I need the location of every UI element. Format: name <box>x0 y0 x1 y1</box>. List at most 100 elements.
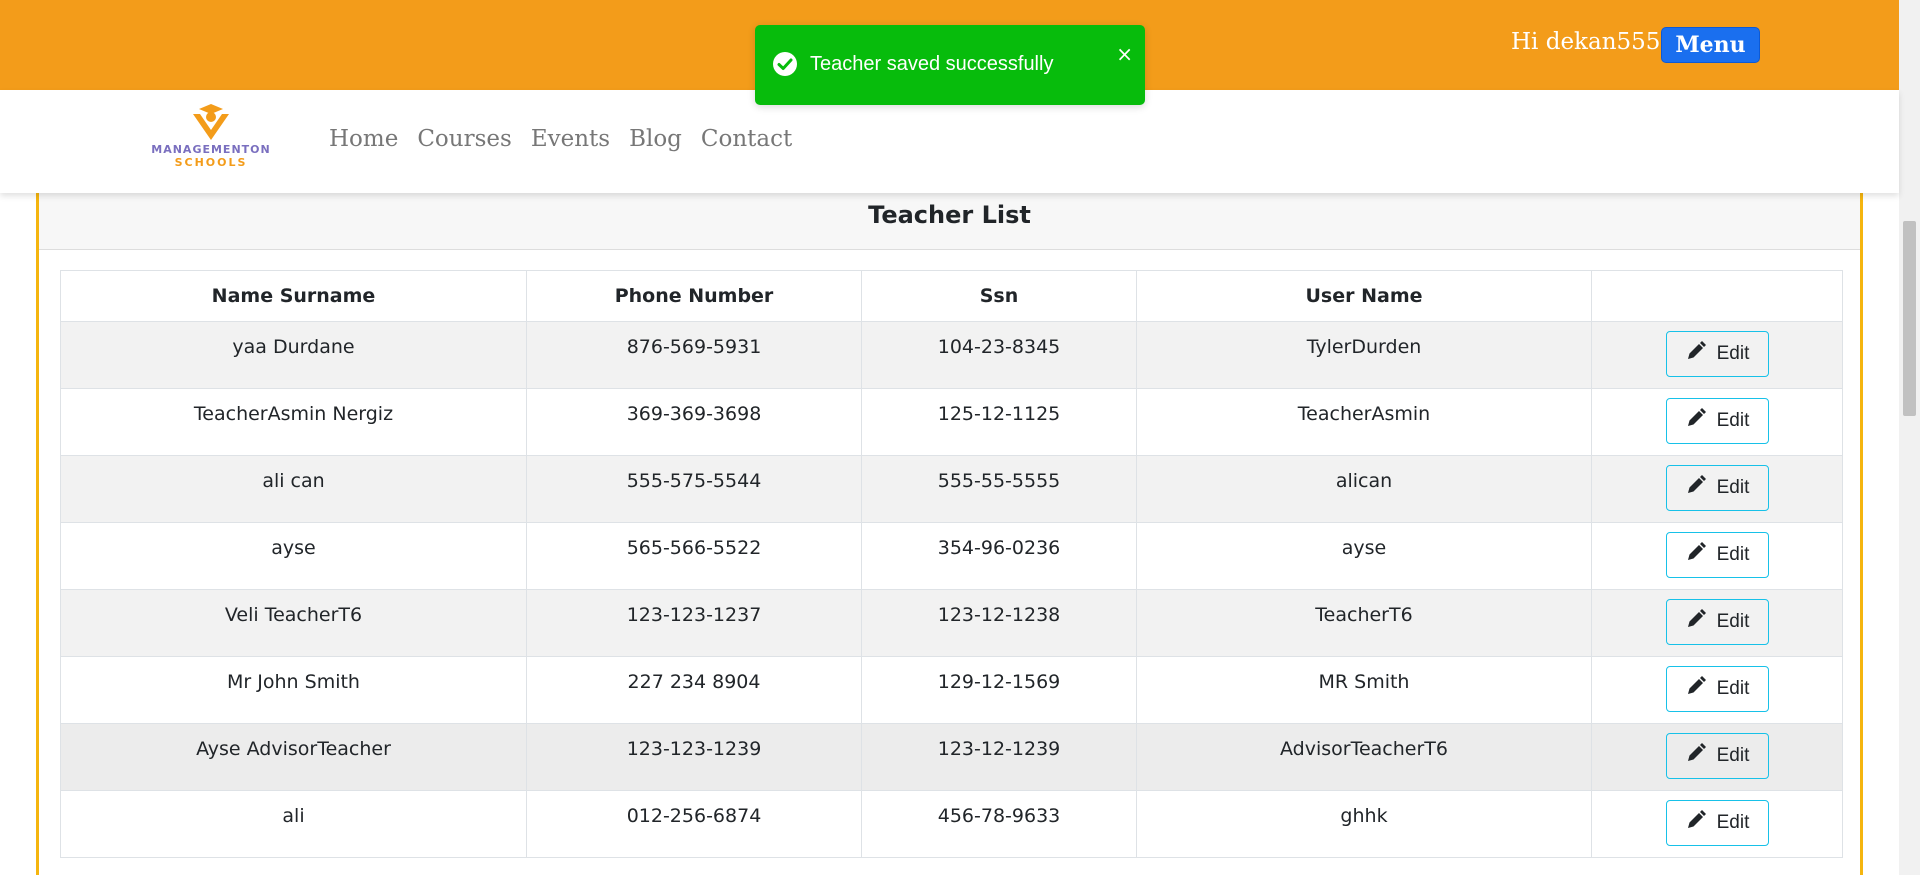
table-row: ali 012-256-6874 456-78-9633 ghhk Edit <box>60 790 1843 858</box>
edit-label: Edit <box>1716 544 1750 565</box>
cell-name: ayse <box>60 522 527 590</box>
table-header-row: Name Surname Phone Number Ssn User Name <box>60 270 1843 322</box>
edit-button[interactable]: Edit <box>1665 666 1769 712</box>
nav-links: Home Courses Events Blog Contact <box>329 126 811 152</box>
logo-emblem-icon <box>193 104 229 140</box>
nav-link-courses[interactable]: Courses <box>417 126 511 152</box>
menu-button[interactable]: Menu <box>1661 27 1760 63</box>
nav-link-contact[interactable]: Contact <box>701 126 792 152</box>
nav-link-events[interactable]: Events <box>531 126 610 152</box>
cell-phone: 123-123-1239 <box>526 723 862 791</box>
school-logo[interactable]: MANAGEMENTON SCHOOLS <box>146 102 276 180</box>
pencil-icon <box>1685 742 1707 770</box>
cell-actions: Edit <box>1591 522 1843 590</box>
cell-username: AdvisorTeacherT6 <box>1136 723 1592 791</box>
cell-username: alican <box>1136 455 1592 523</box>
edit-label: Edit <box>1716 678 1750 699</box>
pencil-icon <box>1685 809 1707 837</box>
cell-actions: Edit <box>1591 455 1843 523</box>
edit-label: Edit <box>1716 477 1750 498</box>
column-header: User Name <box>1136 270 1592 322</box>
cell-actions: Edit <box>1591 589 1843 657</box>
cell-actions: Edit <box>1591 388 1843 456</box>
cell-ssn: 123-12-1238 <box>861 589 1137 657</box>
cell-username: TeacherAsmin <box>1136 388 1592 456</box>
cell-ssn: 129-12-1569 <box>861 656 1137 724</box>
close-icon[interactable]: × <box>1116 42 1133 66</box>
cell-name: Mr John Smith <box>60 656 527 724</box>
pencil-icon <box>1685 407 1707 435</box>
edit-button[interactable]: Edit <box>1665 532 1769 578</box>
column-header: Name Surname <box>60 270 527 322</box>
teacher-table: Name Surname Phone Number Ssn User Name … <box>60 270 1843 858</box>
user-greeting: Hi dekan555 <box>1511 29 1661 55</box>
cell-ssn: 125-12-1125 <box>861 388 1137 456</box>
edit-button[interactable]: Edit <box>1665 599 1769 645</box>
cell-name: yaa Durdane <box>60 321 527 389</box>
success-toast: Teacher saved successfully × <box>755 25 1145 105</box>
cell-ssn: 555-55-5555 <box>861 455 1137 523</box>
table-row: Veli TeacherT6 123-123-1237 123-12-1238 Tea… <box>60 589 1843 657</box>
pencil-icon <box>1685 474 1707 502</box>
cell-phone: 565-566-5522 <box>526 522 862 590</box>
logo-text-top: MANAGEMENTON <box>151 143 271 156</box>
cell-actions: Edit <box>1591 790 1843 858</box>
cell-phone: 876-569-5931 <box>526 321 862 389</box>
cell-username: ayse <box>1136 522 1592 590</box>
cell-phone: 369-369-3698 <box>526 388 862 456</box>
edit-label: Edit <box>1716 745 1750 766</box>
edit-button[interactable]: Edit <box>1665 331 1769 377</box>
toast-message: Teacher saved successfully <box>810 53 1054 75</box>
teacher-list-card: Teacher List Name Surname Phone Number S… <box>36 193 1863 875</box>
cell-ssn: 456-78-9633 <box>861 790 1137 858</box>
cell-name: Veli TeacherT6 <box>60 589 527 657</box>
pencil-icon <box>1685 340 1707 368</box>
edit-label: Edit <box>1716 611 1750 632</box>
cell-name: TeacherAsmin Nergiz <box>60 388 527 456</box>
page-scrollbar[interactable] <box>1899 0 1920 875</box>
cell-phone: 123-123-1237 <box>526 589 862 657</box>
table-row: TeacherAsmin Nergiz 369-369-3698 125-12-11… <box>60 388 1843 456</box>
scrollbar-thumb[interactable] <box>1903 221 1916 416</box>
edit-button[interactable]: Edit <box>1665 733 1769 779</box>
nav-link-home[interactable]: Home <box>329 126 398 152</box>
cell-name: Ayse AdvisorTeacher <box>60 723 527 791</box>
page-title: Teacher List <box>39 193 1860 250</box>
cell-ssn: 104-23-8345 <box>861 321 1137 389</box>
edit-button[interactable]: Edit <box>1665 465 1769 511</box>
table-row: ali can 555-575-5544 555-55-5555 alican Edit <box>60 455 1843 523</box>
cell-username: MR Smith <box>1136 656 1592 724</box>
table-row: Ayse AdvisorTeacher 123-123-1239 123-12-12… <box>60 723 1843 791</box>
cell-username: TylerDurden <box>1136 321 1592 389</box>
pencil-icon <box>1685 541 1707 569</box>
edit-label: Edit <box>1716 343 1750 364</box>
table-row: yaa Durdane 876-569-5931 104-23-8345 TylerD… <box>60 321 1843 389</box>
cell-name: ali <box>60 790 527 858</box>
check-circle-icon <box>772 51 798 81</box>
cell-ssn: 123-12-1239 <box>861 723 1137 791</box>
edit-label: Edit <box>1716 812 1750 833</box>
cell-actions: Edit <box>1591 656 1843 724</box>
cell-phone: 012-256-6874 <box>526 790 862 858</box>
cell-ssn: 354-96-0236 <box>861 522 1137 590</box>
column-header: Phone Number <box>526 270 862 322</box>
logo-text-bottom: SCHOOLS <box>174 156 248 169</box>
cell-actions: Edit <box>1591 723 1843 791</box>
cell-phone: 227 234 8904 <box>526 656 862 724</box>
pencil-icon <box>1685 608 1707 636</box>
nav-link-blog[interactable]: Blog <box>629 126 682 152</box>
table-row: Mr John Smith 227 234 8904 129-12-1569 MR S… <box>60 656 1843 724</box>
edit-button[interactable]: Edit <box>1665 398 1769 444</box>
column-header: Ssn <box>861 270 1137 322</box>
main-navbar: MANAGEMENTON SCHOOLS Home Courses Events… <box>0 90 1899 193</box>
cell-actions: Edit <box>1591 321 1843 389</box>
cell-name: ali can <box>60 455 527 523</box>
edit-button[interactable]: Edit <box>1665 800 1769 846</box>
column-header <box>1591 270 1843 322</box>
cell-phone: 555-575-5544 <box>526 455 862 523</box>
edit-label: Edit <box>1716 410 1750 431</box>
table-row: ayse 565-566-5522 354-96-0236 ayse Edit <box>60 522 1843 590</box>
cell-username: ghhk <box>1136 790 1592 858</box>
cell-username: TeacherT6 <box>1136 589 1592 657</box>
pencil-icon <box>1685 675 1707 703</box>
